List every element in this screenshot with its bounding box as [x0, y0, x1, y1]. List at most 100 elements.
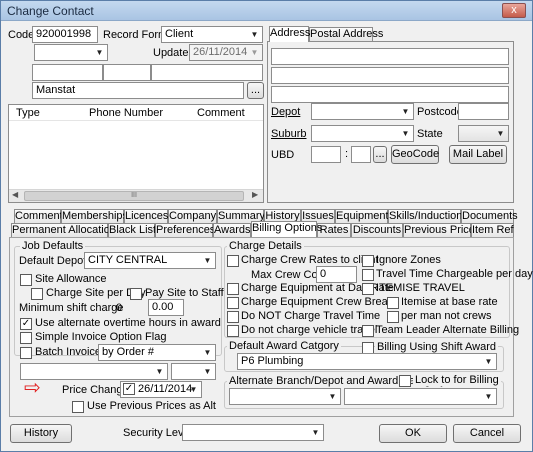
tab-preferences[interactable]: Preferences	[155, 223, 215, 237]
invoice-extra-select[interactable]: ▼	[20, 363, 168, 380]
batch-invoices-checkbox[interactable]	[20, 347, 32, 359]
equip-day-rate-checkbox[interactable]	[227, 283, 239, 295]
chevron-down-icon: ▼	[496, 129, 505, 138]
tab-documents[interactable]: Documents	[461, 209, 518, 223]
address-line-3[interactable]	[271, 86, 509, 103]
company-name-field[interactable]: Manstat	[32, 82, 244, 99]
postcode-label: Postcode	[417, 106, 463, 118]
alt-overtime-label: Use alternate overtime hours in award	[35, 317, 221, 329]
ubd-grid-field[interactable]	[351, 146, 371, 163]
ubd-label: UBD	[271, 149, 295, 161]
batch-invoices-value: by Order #	[102, 346, 154, 358]
state-select[interactable]: ▼	[458, 125, 509, 142]
first-name-field[interactable]	[32, 64, 103, 81]
updated-value: 26/11/2014	[193, 46, 248, 58]
per-man-checkbox[interactable]	[387, 311, 399, 323]
no-vehicle-checkbox[interactable]	[227, 325, 239, 337]
phone-list[interactable]: Type Phone Number Comment ◀ III ▶	[8, 104, 264, 203]
cancel-button[interactable]: Cancel	[453, 424, 521, 443]
equip-crew-breaks-checkbox[interactable]	[227, 297, 239, 309]
code-field[interactable]: 920001998	[32, 26, 98, 43]
alt-overtime-checkbox[interactable]: ✓	[20, 318, 32, 330]
ubd-separator: :	[345, 148, 349, 160]
state-label: State	[417, 128, 443, 140]
billing-shift-label: Billing Using Shift Award	[375, 341, 499, 353]
middle-name-field[interactable]	[103, 64, 151, 81]
ok-button[interactable]: OK	[379, 424, 447, 443]
column-header-type[interactable]: Type	[16, 107, 40, 119]
ubd-lookup-button[interactable]: ...	[373, 146, 387, 163]
tab-permanent-allocations[interactable]: Permanent Allocations	[11, 223, 121, 237]
chevron-down-icon: ▼	[250, 48, 259, 57]
lock-billing-checkbox[interactable]	[399, 375, 411, 387]
horizontal-scrollbar[interactable]: ◀ III ▶	[9, 189, 263, 202]
record-format-value: Client	[165, 28, 194, 40]
price-change-checkbox[interactable]: ✓	[123, 383, 135, 395]
tab-awards[interactable]: Awards	[213, 223, 251, 237]
site-allowance-checkbox[interactable]	[20, 274, 32, 286]
column-header-phone-number[interactable]: Phone Number	[89, 107, 163, 119]
tab-address[interactable]: Address	[269, 26, 310, 42]
tab-discounts[interactable]: Discounts	[351, 223, 403, 237]
address-panel: Depot ▼ Postcode Suburb ▼ State ▼ UBD : …	[267, 41, 514, 203]
scroll-right-icon[interactable]: ▶	[252, 190, 258, 199]
itemise-travel-checkbox[interactable]	[362, 283, 374, 295]
close-button[interactable]: x	[502, 3, 526, 18]
minimum-shift-field[interactable]: 0.00	[148, 299, 184, 316]
crew-rates-checkbox[interactable]	[227, 255, 239, 267]
title-select[interactable]: ▼	[34, 44, 108, 61]
chevron-down-icon: ▼	[311, 428, 320, 437]
itemise-base-checkbox[interactable]	[387, 297, 399, 309]
simple-invoice-checkbox[interactable]	[20, 332, 32, 344]
ignore-zones-checkbox[interactable]	[362, 255, 374, 267]
tab-postal-address[interactable]: Postal Address	[309, 27, 383, 41]
address-line-1[interactable]	[271, 48, 509, 65]
surname-field[interactable]	[151, 64, 263, 81]
alt-branch-select[interactable]: ▼	[229, 388, 341, 405]
batch-invoices-select[interactable]: by Order # ▼	[98, 344, 216, 361]
column-header-comment[interactable]: Comment	[197, 107, 245, 119]
no-travel-time-checkbox[interactable]	[227, 311, 239, 323]
tab-licences[interactable]: Licences	[124, 209, 168, 223]
tab-item-ref[interactable]: Item Ref	[471, 223, 514, 237]
history-button[interactable]: History	[10, 424, 72, 443]
minimum-shift-value-a: 0	[116, 302, 123, 314]
team-leader-checkbox[interactable]	[362, 325, 374, 337]
use-previous-prices-checkbox[interactable]	[72, 401, 84, 413]
mail-label-button[interactable]: Mail Label	[449, 145, 507, 164]
suburb-select[interactable]: ▼	[311, 125, 414, 142]
name-lookup-button[interactable]: ...	[247, 82, 264, 99]
default-depot-select[interactable]: CITY CENTRAL ▼	[84, 252, 216, 269]
geocode-button[interactable]: GeoCode	[391, 145, 439, 164]
job-defaults-title: Job Defaults	[20, 240, 86, 252]
tab-previous-prices[interactable]: Previous Prices	[403, 223, 480, 237]
max-crew-field[interactable]: 0	[316, 266, 357, 283]
postcode-field[interactable]	[458, 103, 509, 120]
ignore-zones-label: Ignore Zones	[376, 254, 441, 266]
tab-billing-options[interactable]: Billing Options	[251, 221, 322, 237]
pay-site-to-staff-checkbox[interactable]	[130, 288, 142, 300]
address-line-2[interactable]	[271, 67, 509, 84]
scroll-thumb[interactable]: III	[24, 191, 244, 201]
travel-time-chargeable-checkbox[interactable]	[362, 269, 374, 281]
price-change-date[interactable]: ✓ 26/11/2014 ▼	[120, 381, 202, 398]
tab-memberships[interactable]: Memberships	[61, 209, 128, 223]
tab-comments[interactable]: Comments	[14, 209, 68, 223]
record-format-select[interactable]: Client ▼	[161, 26, 263, 43]
alt-award-select[interactable]: ▼	[344, 388, 497, 405]
charge-details-title: Charge Details	[227, 240, 304, 252]
award-category-select[interactable]: P6 Plumbing ▼	[237, 353, 497, 370]
tab-skills-inductions[interactable]: Skills/Inductions	[388, 209, 468, 223]
invoice-extra-select-2[interactable]: ▼	[171, 363, 216, 380]
tab-rates[interactable]: Rates	[317, 223, 351, 237]
travel-time-chargeable-label: Travel Time Chargeable per day	[376, 268, 533, 280]
award-category-title: Default Award Catgory	[227, 340, 341, 352]
charge-site-per-day-checkbox[interactable]	[31, 288, 43, 300]
tab-equipment[interactable]: Equipment	[335, 209, 389, 223]
scroll-left-icon[interactable]: ◀	[12, 190, 18, 199]
depot-select[interactable]: ▼	[311, 103, 414, 120]
ubd-map-field[interactable]	[311, 146, 341, 163]
tab-black-list[interactable]: Black List	[108, 223, 156, 237]
security-level-select[interactable]: ▼	[182, 424, 324, 441]
tab-company[interactable]: Company	[168, 209, 217, 223]
